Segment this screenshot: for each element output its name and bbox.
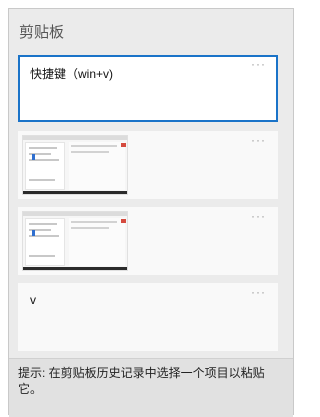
clipboard-item-text: 快捷键（win+v) [30, 67, 114, 81]
more-options-icon[interactable]: ··· [251, 285, 266, 299]
clipboard-item-image-1[interactable]: ··· [18, 131, 278, 199]
clipboard-item-text-v[interactable]: v ··· [18, 283, 278, 351]
more-options-icon[interactable]: ··· [251, 133, 266, 147]
screenshot-thumbnail-icon [22, 135, 128, 195]
screenshot-thumbnail-icon [22, 211, 128, 271]
clipboard-panel: 剪贴板 快捷键（win+v) ··· ··· ··· v ··· 提示: 在剪贴… [8, 8, 294, 417]
more-options-icon[interactable]: ··· [251, 57, 266, 71]
more-options-icon[interactable]: ··· [251, 209, 266, 223]
hint-text: 提示: 在剪贴板历史记录中选择一个项目以粘贴它。 [18, 366, 265, 396]
hint-footer: 提示: 在剪贴板历史记录中选择一个项目以粘贴它。 [9, 358, 293, 417]
panel-title: 剪贴板 [19, 24, 65, 41]
clipboard-item-text-shortcut[interactable]: 快捷键（win+v) ··· [18, 55, 278, 122]
clipboard-item-image-2[interactable]: ··· [18, 207, 278, 275]
clipboard-item-text: v [30, 293, 36, 307]
